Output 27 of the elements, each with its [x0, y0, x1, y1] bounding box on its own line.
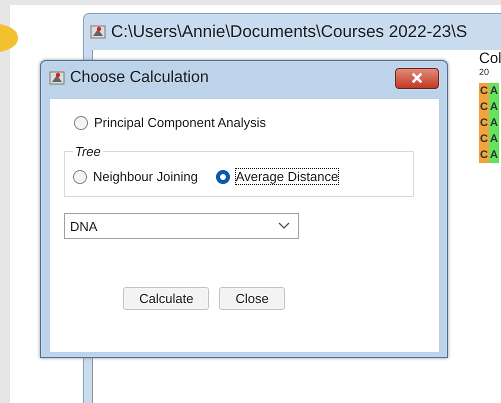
- sequence-base: A: [489, 131, 499, 147]
- close-icon: [410, 72, 424, 84]
- group-label: Tree: [74, 144, 102, 159]
- app-icon: [49, 70, 65, 86]
- sequence-base: C: [479, 115, 489, 131]
- sequence-base: C: [479, 83, 489, 99]
- dialog-button[interactable]: Calculate: [123, 287, 210, 310]
- sequence-base: C: [479, 131, 489, 147]
- radio-option[interactable]: Average Distance: [216, 169, 338, 184]
- sequence-base: A: [489, 83, 499, 99]
- dialog-button[interactable]: Close: [219, 287, 285, 310]
- column-label: Col: [479, 50, 501, 67]
- sequence-base: A: [489, 99, 499, 115]
- ruler-number: 20: [479, 67, 490, 77]
- sequence-base: C: [479, 99, 489, 115]
- radio-option[interactable]: Neighbour Joining: [73, 169, 198, 184]
- window-title: C:\Users\Annie\Documents\Courses 2022-23\S: [111, 22, 468, 42]
- sequence-base: C: [479, 147, 489, 163]
- close-button[interactable]: [395, 68, 439, 88]
- dropdown[interactable]: DNA: [64, 213, 299, 239]
- semicircle-shape: [0, 24, 18, 52]
- dialog-title: Choose Calculation: [70, 69, 210, 87]
- chevron-down-icon: [278, 222, 290, 230]
- app-icon: [90, 24, 106, 40]
- sequence-base: A: [489, 147, 499, 163]
- radio-option[interactable]: Principal Component Analysis: [74, 115, 439, 130]
- sequence-base: A: [489, 115, 499, 131]
